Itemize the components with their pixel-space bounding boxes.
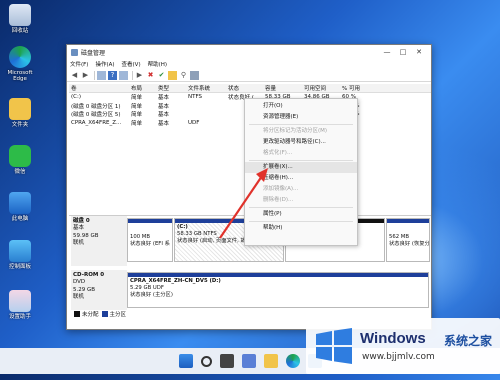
widgets-icon[interactable]: [241, 354, 256, 368]
arrow-head: [256, 168, 268, 182]
arrow-shaft: [219, 175, 263, 239]
watermark: Windows 系统之家 www.bjjmlv.com: [306, 318, 500, 374]
watermark-brand: Windows: [360, 330, 426, 347]
task-view-icon[interactable]: [219, 354, 234, 368]
search-icon[interactable]: [200, 355, 212, 367]
file-explorer-icon[interactable]: [263, 354, 278, 368]
start-icon[interactable]: [178, 354, 193, 368]
watermark-brand-cn: 系统之家: [444, 334, 493, 348]
edge-icon[interactable]: [285, 354, 300, 368]
windows-logo-icon: [316, 328, 352, 364]
watermark-url: www.bjjmlv.com: [362, 352, 435, 362]
